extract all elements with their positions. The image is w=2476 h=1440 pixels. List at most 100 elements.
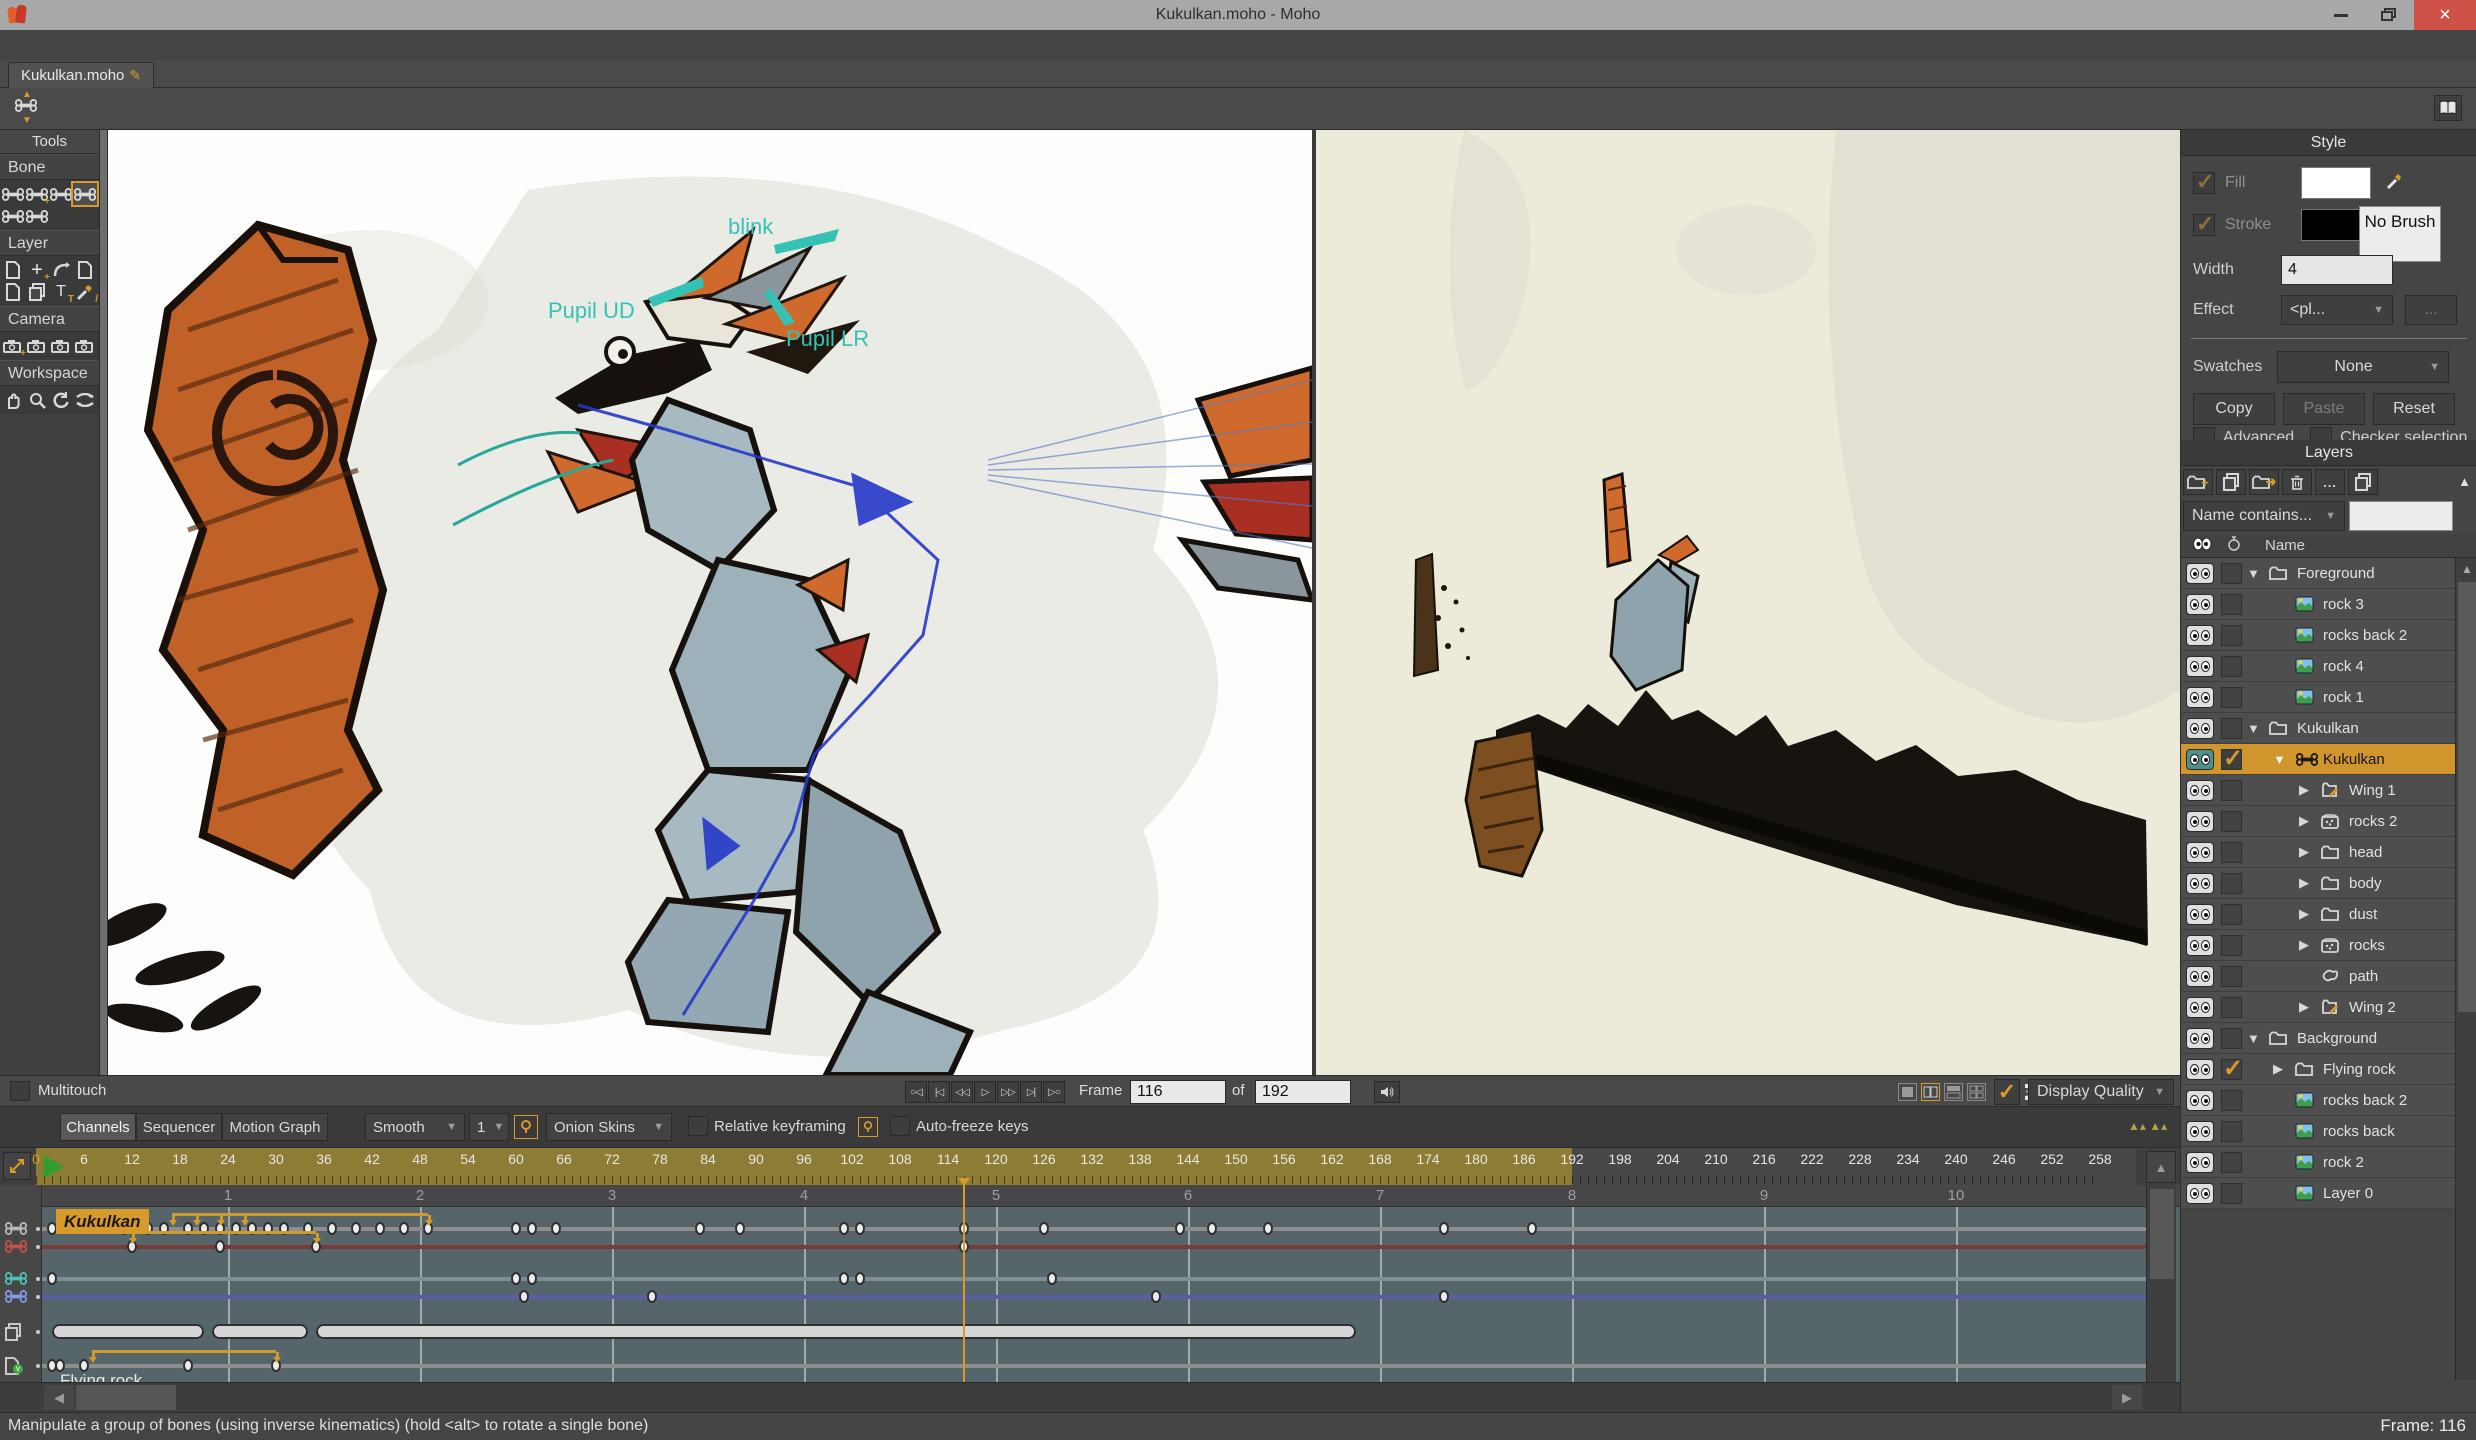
display-quality-dropdown[interactable]: Display Quality ▼ [2028,1079,2174,1105]
layer-visibility-toggle[interactable] [2186,811,2214,832]
layer-visibility-toggle[interactable] [2186,1059,2214,1080]
playback-start-marker[interactable] [44,1156,64,1178]
keyframe-mode-button[interactable] [514,1115,538,1139]
layer-animated-checkbox[interactable] [2221,656,2242,677]
tool-transform-layer[interactable] [1,259,25,281]
keyframe[interactable] [511,1272,521,1285]
keyframe[interactable] [855,1272,865,1285]
keyframe[interactable] [215,1240,225,1253]
panel-splitter[interactable] [100,130,108,1075]
keyframe[interactable] [647,1290,657,1303]
layer-row[interactable]: Layer 0 [2181,1178,2455,1209]
tool-shear-layer[interactable] [1,281,25,303]
play-button[interactable]: ▷ [974,1081,996,1103]
layer-visibility-toggle[interactable] [2186,1028,2214,1049]
forward-loop-button[interactable]: ▷○ [1043,1081,1065,1103]
layer-animated-checkbox[interactable] [2221,811,2242,832]
layer-row[interactable]: rocks back 2 [2181,1085,2455,1116]
layer-visibility-toggle[interactable] [2186,625,2214,646]
layer-row[interactable]: ▼Foreground [2181,558,2455,589]
effect-more-button[interactable]: ... [2405,295,2457,325]
tool-zoom-camera[interactable] [25,335,49,357]
expand-icon[interactable]: ▶ [2299,782,2309,798]
fill-checkbox[interactable]: ✓ [2193,172,2215,194]
layer-visibility-toggle[interactable] [2186,749,2214,770]
current-frame-line[interactable] [963,1185,965,1382]
tool-roll-camera[interactable] [73,335,97,357]
tool-add-layer[interactable]: ++ [25,259,49,281]
split-horizontal-view-button[interactable] [1944,1083,1963,1101]
tool-pan-workspace[interactable] [1,389,25,411]
enable-drawing-checkmark[interactable]: ✓ [1994,1079,2020,1105]
library-icon[interactable] [2434,95,2462,121]
keyframe[interactable] [1263,1222,1273,1235]
keyframe[interactable] [351,1222,361,1235]
keyframe[interactable] [551,1222,561,1235]
keyframe[interactable] [855,1222,865,1235]
layer-animated-checkbox[interactable] [2221,842,2242,863]
keyframe[interactable] [519,1290,529,1303]
layer-animated-checkbox[interactable] [2221,873,2242,894]
layer-search-input[interactable] [2349,501,2453,531]
timeline-scroll-up-button[interactable]: ▲ [2146,1151,2176,1183]
timeline-tab-channels[interactable]: Channels [60,1113,136,1141]
layer-visibility-toggle[interactable] [2186,1090,2214,1111]
layer-row[interactable]: ▶Wing 2 [2181,992,2455,1023]
tool-bind-bones[interactable] [25,205,49,227]
keyframe[interactable] [511,1222,521,1235]
keyframe[interactable] [527,1222,537,1235]
timeline-tab-motion-graph[interactable]: Motion Graph [222,1113,328,1141]
layer-animated-checkbox[interactable] [2221,966,2242,987]
scroll-up-icon[interactable]: ▲ [2456,558,2476,580]
layer-visibility-toggle[interactable] [2186,966,2214,987]
layer-row[interactable]: ▼Background [2181,1023,2455,1054]
layer-animated-checkbox[interactable] [2221,625,2242,646]
width-input[interactable]: 4 [2281,255,2393,285]
layer-visibility-toggle[interactable] [2186,935,2214,956]
keyframe[interactable] [695,1222,705,1235]
tool-rotate-workspace[interactable] [49,389,73,411]
layer-row[interactable]: path [2181,961,2455,992]
onion-skins-dropdown[interactable]: Onion Skins▼ [546,1113,672,1141]
layer-row[interactable]: ▶dust [2181,899,2455,930]
layer-visibility-toggle[interactable] [2186,656,2214,677]
audio-button[interactable] [1374,1081,1400,1103]
main-view[interactable]: blink Pupil UD Pupil LR [108,130,1312,1075]
quad-view-button[interactable] [1967,1083,1986,1101]
keyframe[interactable] [1047,1272,1057,1285]
layer-visibility-toggle[interactable] [2186,842,2214,863]
layer-animated-checkbox[interactable] [2221,1183,2242,1204]
minimize-button[interactable] [2318,0,2364,30]
keyframe[interactable] [1039,1222,1049,1235]
timeline-tracks[interactable]: 012345678910 Kukulkan Flying rock v [0,1185,2180,1382]
layer-row[interactable]: ▶head [2181,837,2455,868]
close-button[interactable]: × [2414,0,2476,30]
tool-translate-bone[interactable]: + [25,183,49,205]
group-layers-button[interactable] [2348,469,2378,495]
interpolation-steps-dropdown[interactable]: 1▼ [469,1113,509,1141]
tool-zoom-workspace[interactable] [25,389,49,411]
scroll-right-icon[interactable]: ▶ [2112,1385,2142,1410]
layer-row[interactable]: rock 3 [2181,589,2455,620]
more-options-button[interactable]: ... [2315,469,2345,495]
layer-animated-checkbox[interactable] [2221,904,2242,925]
tool-scale-bone[interactable] [73,183,97,205]
timeline-ruler[interactable]: 0612182430364248546066727884909610210811… [0,1147,2180,1185]
relative-keyframing-checkbox[interactable] [688,1116,708,1136]
layer-animated-checkbox[interactable]: ✓ [2221,749,2242,770]
tool-select-bone[interactable] [1,183,25,205]
sequencer-clip[interactable] [316,1324,1356,1339]
expand-icon[interactable]: ▶ [2299,999,2309,1015]
layer-animated-checkbox[interactable] [2221,997,2242,1018]
layer-animated-checkbox[interactable] [2221,935,2242,956]
tool-reparent-bone[interactable] [1,205,25,227]
layer-row[interactable]: rock 2 [2181,1147,2455,1178]
effect-dropdown[interactable]: <pl...▼ [2281,295,2393,325]
layer-row[interactable]: rock 4 [2181,651,2455,682]
layer-row[interactable]: rocks back [2181,1116,2455,1147]
layer-animated-checkbox[interactable] [2221,1090,2242,1111]
expand-icon[interactable]: ▶ [2299,906,2309,922]
layer-row[interactable]: ▶rocks [2181,930,2455,961]
tool-follow-path[interactable] [49,259,73,281]
tool-select-layer[interactable] [25,281,49,303]
